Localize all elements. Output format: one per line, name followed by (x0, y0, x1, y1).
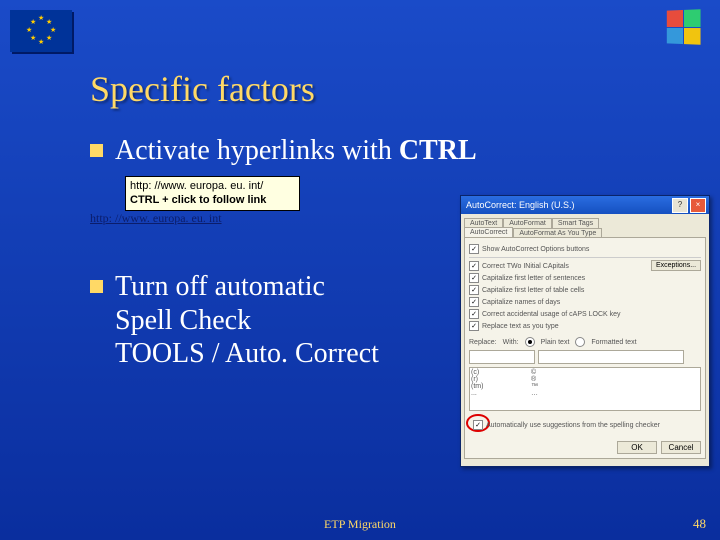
with-input[interactable] (538, 350, 684, 364)
tooltip-line1: http: //www. europa. eu. int/ (130, 179, 295, 193)
radio-plaintext-label: Plain text (541, 339, 570, 346)
replace-list[interactable]: (c)© (r)® (tm)™ ...… (469, 367, 701, 411)
page-number: 48 (693, 516, 706, 532)
windows-logo-icon (667, 9, 701, 44)
bullet-icon (90, 144, 103, 157)
radio-plaintext[interactable] (525, 337, 535, 347)
replace-label: Replace: (469, 339, 497, 346)
opt-replace-text[interactable]: ✓Replace text as you type (469, 321, 701, 331)
tooltip-line2: CTRL + click to follow link (130, 193, 295, 207)
bullet-1: Activate hyperlinks with CTRL (90, 134, 477, 168)
cancel-button[interactable]: Cancel (661, 441, 701, 454)
bullet-2-text: Turn off automaticSpell CheckTOOLS / Aut… (115, 270, 379, 371)
bullet-icon (90, 280, 103, 293)
help-button[interactable]: ? (672, 198, 688, 213)
opt-capslock[interactable]: ✓Correct accidental usage of cAPS LOCK k… (469, 309, 701, 319)
dialog-body: ✓Show AutoCorrect Options buttons ✓Corre… (464, 237, 706, 459)
hyperlink-example[interactable]: http: //www. europa. eu. int (90, 211, 222, 226)
opt-capitalize-sentence[interactable]: ✓Capitalize first letter of sentences (469, 273, 701, 283)
slide: ★ ★ ★ ★ ★ ★ ★ ★ Specific factors Activat… (0, 0, 720, 540)
radio-formatted[interactable] (575, 337, 585, 347)
hyperlink-tooltip: http: //www. europa. eu. int/ CTRL + cli… (125, 176, 300, 211)
slide-title: Specific factors (90, 68, 315, 110)
opt-capitalize-tablecells[interactable]: ✓Capitalize first letter of table cells (469, 285, 701, 295)
bullet-2: Turn off automaticSpell CheckTOOLS / Aut… (90, 270, 379, 371)
ok-button[interactable]: OK (617, 441, 657, 454)
tab-autocorrect[interactable]: AutoCorrect (464, 227, 513, 237)
dialog-tabs: AutoText AutoFormat Smart Tags AutoCorre… (461, 214, 709, 237)
replace-input[interactable] (469, 350, 535, 364)
bullet-1-text: Activate hyperlinks with CTRL (115, 134, 477, 168)
exceptions-button[interactable]: Exceptions... (651, 260, 701, 271)
autocorrect-dialog: AutoCorrect: English (U.S.) ? × AutoText… (460, 195, 710, 467)
dialog-titlebar: AutoCorrect: English (U.S.) ? × (461, 196, 709, 214)
show-options-checkbox[interactable]: ✓Show AutoCorrect Options buttons (469, 244, 701, 254)
with-label: With: (503, 339, 519, 346)
tab-smarttags[interactable]: Smart Tags (552, 218, 599, 228)
spellcheck-suggestions-checkbox[interactable]: ✓Automatically use suggestions from the … (473, 420, 660, 430)
radio-formatted-label: Formatted text (591, 339, 636, 346)
opt-capitalize-days[interactable]: ✓Capitalize names of days (469, 297, 701, 307)
close-button[interactable]: × (690, 198, 706, 213)
footer-text: ETP Migration (0, 517, 720, 532)
eu-flag-icon: ★ ★ ★ ★ ★ ★ ★ ★ (10, 10, 72, 52)
dialog-title: AutoCorrect: English (U.S.) (466, 200, 575, 210)
